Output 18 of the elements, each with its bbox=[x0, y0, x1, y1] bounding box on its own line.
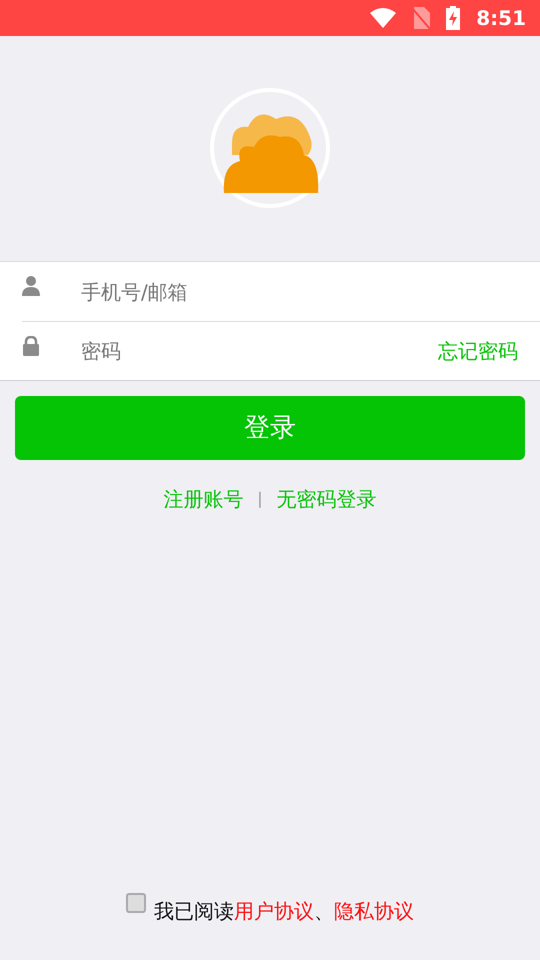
wifi-icon bbox=[370, 8, 396, 28]
agreement-text: 、 bbox=[314, 898, 334, 925]
agreement-checkbox[interactable] bbox=[126, 893, 146, 913]
no-sim-icon bbox=[412, 7, 430, 29]
register-link[interactable]: 注册账号 bbox=[163, 484, 244, 514]
person-icon bbox=[22, 276, 40, 296]
forgot-password-link[interactable]: 忘记密码 bbox=[438, 336, 518, 366]
battery-charging-icon bbox=[446, 6, 460, 30]
clock-time: 8:51 bbox=[476, 5, 526, 32]
lock-icon bbox=[22, 336, 40, 356]
link-separator: | bbox=[257, 488, 263, 510]
account-field[interactable]: 手机号/邮箱 bbox=[81, 276, 518, 306]
login-button[interactable]: 登录 bbox=[15, 396, 525, 460]
agreement-text: 我已阅读 bbox=[154, 898, 234, 925]
agreement-link[interactable]: 用户协议 bbox=[234, 896, 314, 926]
passwordless-login-link[interactable]: 无密码登录 bbox=[276, 484, 377, 514]
agreement-link[interactable]: 隐私协议 bbox=[334, 896, 414, 926]
password-field[interactable]: 密码 bbox=[81, 336, 438, 366]
